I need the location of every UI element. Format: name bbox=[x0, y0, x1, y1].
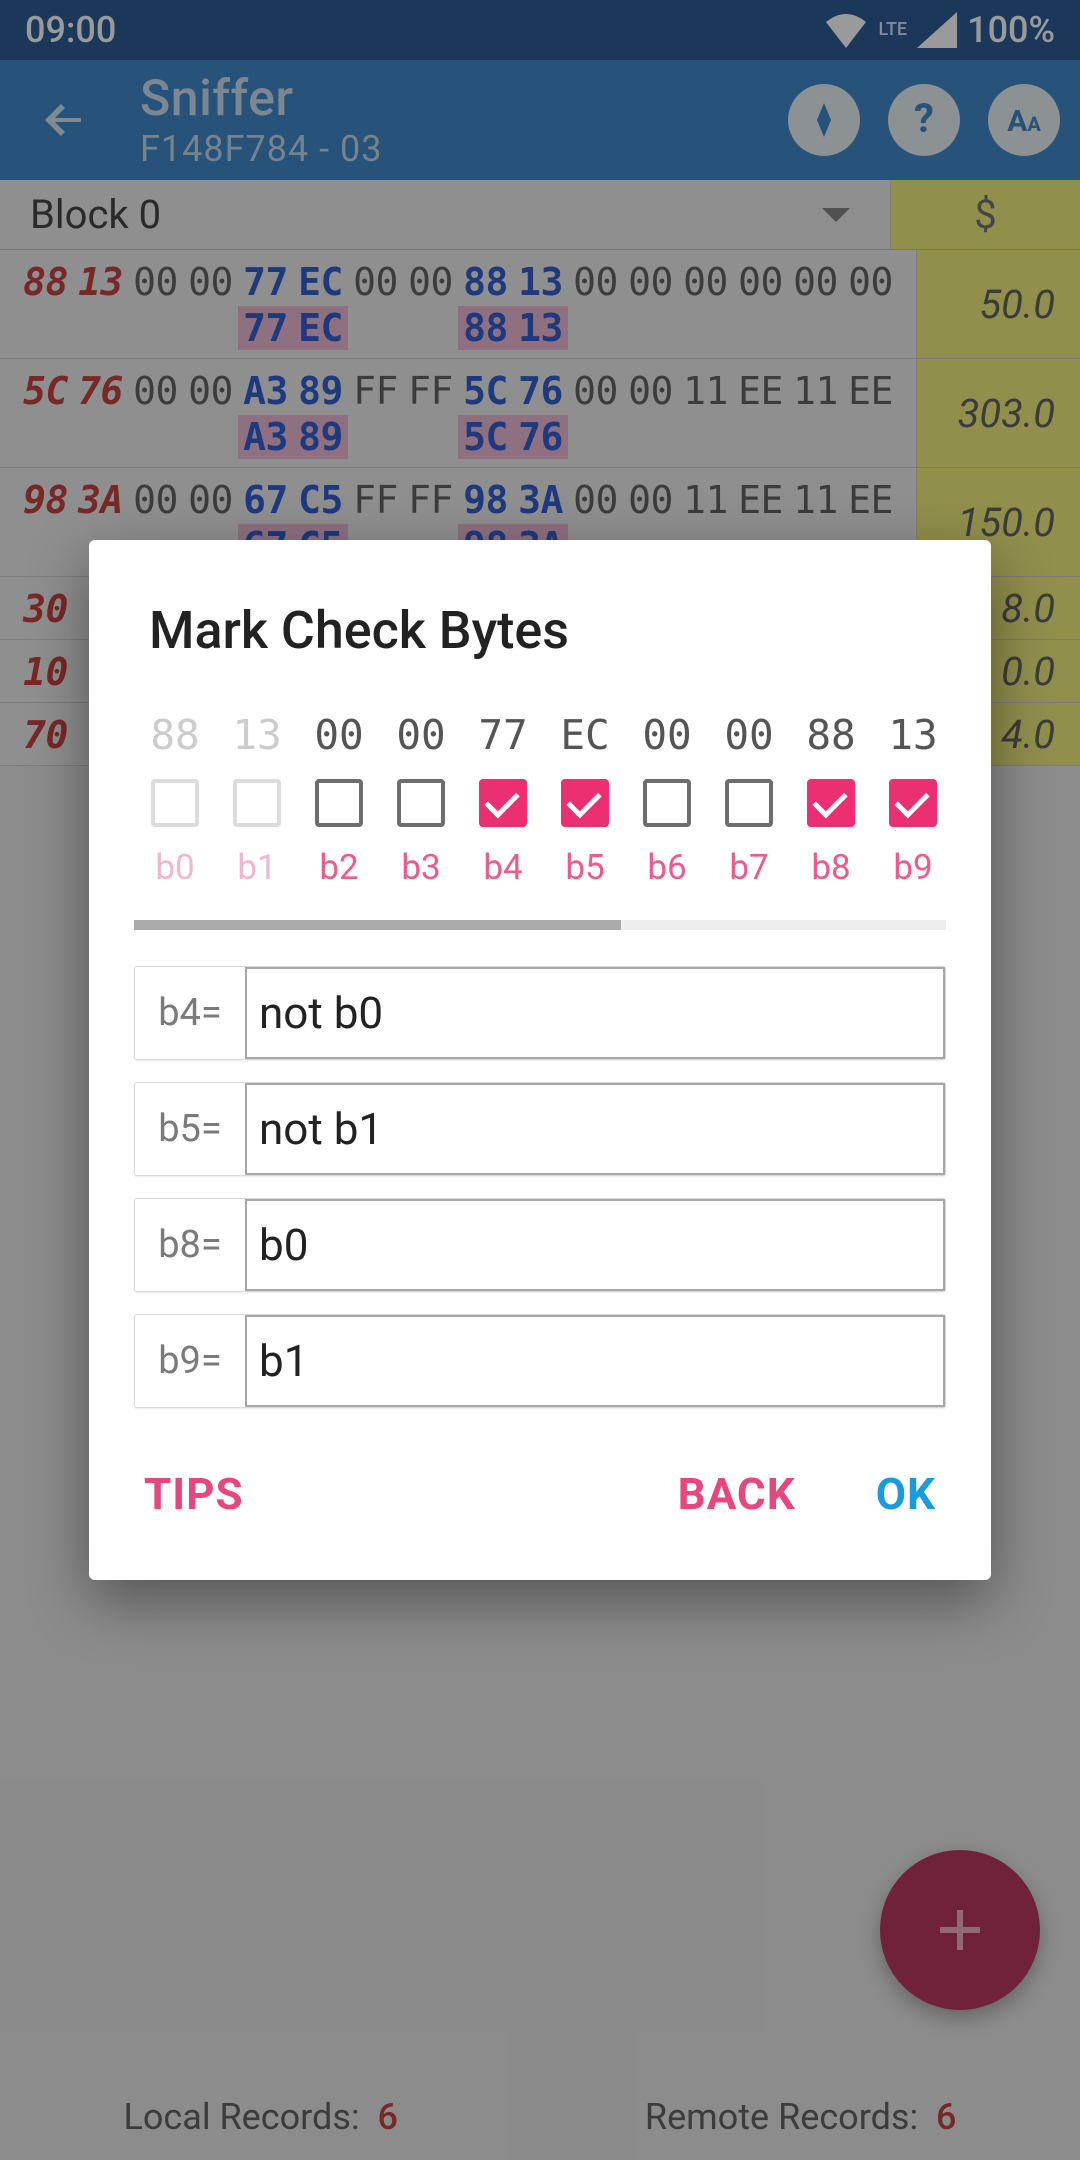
expr-row: b8=b0 bbox=[134, 1198, 946, 1292]
byte-label: b0 bbox=[155, 847, 194, 888]
ok-button[interactable]: OK bbox=[876, 1468, 936, 1520]
byte-col-b8: 88 b8 bbox=[790, 711, 872, 888]
byte-col-b5: EC b5 bbox=[544, 711, 626, 888]
byte-hex: 13 bbox=[232, 711, 281, 759]
byte-hex: EC bbox=[560, 711, 609, 759]
byte-hex: 00 bbox=[724, 711, 773, 759]
byte-hex: 77 bbox=[478, 711, 527, 759]
tips-button[interactable]: TIPS bbox=[144, 1468, 244, 1520]
back-button-dialog[interactable]: BACK bbox=[678, 1468, 796, 1520]
expr-label: b5= bbox=[135, 1083, 245, 1175]
byte-checkbox-b8[interactable] bbox=[807, 779, 855, 827]
byte-hex: 00 bbox=[314, 711, 363, 759]
byte-col-b2: 00 b2 bbox=[298, 711, 380, 888]
byte-label: b4 bbox=[483, 847, 522, 888]
byte-label: b7 bbox=[729, 847, 768, 888]
byte-label: b1 bbox=[237, 847, 276, 888]
expr-label: b4= bbox=[135, 967, 245, 1059]
expr-input[interactable]: b0 bbox=[245, 1199, 945, 1291]
expr-row: b9=b1 bbox=[134, 1314, 946, 1408]
byte-col-b0: 88 b0 bbox=[134, 711, 216, 888]
expr-input[interactable]: not b1 bbox=[245, 1083, 945, 1175]
byte-checkbox-b2[interactable] bbox=[315, 779, 363, 827]
byte-label: b2 bbox=[319, 847, 358, 888]
byte-col-b1: 13 b1 bbox=[216, 711, 298, 888]
byte-checkbox-b7[interactable] bbox=[725, 779, 773, 827]
byte-label: b6 bbox=[647, 847, 686, 888]
byte-hex: 88 bbox=[150, 711, 199, 759]
expr-label: b9= bbox=[135, 1315, 245, 1407]
byte-checkbox-b4[interactable] bbox=[479, 779, 527, 827]
byte-label: b8 bbox=[811, 847, 850, 888]
modal-overlay[interactable]: Mark Check Bytes 88 b0 13 b1 00 b2 00 b3 77 b4 EC b… bbox=[0, 0, 1080, 2160]
byte-strip[interactable]: 88 b0 13 b1 00 b2 00 b3 77 b4 EC b5 00 b6 00 b7 88 b8 13 b9 bbox=[89, 711, 991, 888]
byte-col-b3: 00 b3 bbox=[380, 711, 462, 888]
byte-strip-scrollbar[interactable] bbox=[134, 920, 946, 930]
dialog-title: Mark Check Bytes bbox=[89, 600, 991, 711]
byte-label: b5 bbox=[565, 847, 604, 888]
byte-hex: 88 bbox=[806, 711, 855, 759]
byte-hex: 00 bbox=[396, 711, 445, 759]
byte-col-b6: 00 b6 bbox=[626, 711, 708, 888]
byte-checkbox-b3[interactable] bbox=[397, 779, 445, 827]
byte-checkbox-b9[interactable] bbox=[889, 779, 937, 827]
byte-col-b4: 77 b4 bbox=[462, 711, 544, 888]
mark-check-bytes-dialog: Mark Check Bytes 88 b0 13 b1 00 b2 00 b3 77 b4 EC b… bbox=[89, 540, 991, 1580]
expr-label: b8= bbox=[135, 1199, 245, 1291]
byte-col-b9: 13 b9 bbox=[872, 711, 954, 888]
byte-label: b9 bbox=[893, 847, 932, 888]
byte-checkbox-b0 bbox=[151, 779, 199, 827]
expr-row: b4=not b0 bbox=[134, 966, 946, 1060]
byte-checkbox-b5[interactable] bbox=[561, 779, 609, 827]
expr-input[interactable]: not b0 bbox=[245, 967, 945, 1059]
byte-label: b3 bbox=[401, 847, 440, 888]
dialog-actions: TIPS BACK OK bbox=[89, 1418, 991, 1550]
byte-hex: 00 bbox=[642, 711, 691, 759]
expr-row: b5=not b1 bbox=[134, 1082, 946, 1176]
expression-list: b4=not b0b5=not b1b8=b0b9=b1 bbox=[89, 930, 991, 1418]
byte-col-b7: 00 b7 bbox=[708, 711, 790, 888]
byte-hex: 13 bbox=[888, 711, 937, 759]
byte-checkbox-b6[interactable] bbox=[643, 779, 691, 827]
byte-checkbox-b1 bbox=[233, 779, 281, 827]
expr-input[interactable]: b1 bbox=[245, 1315, 945, 1407]
